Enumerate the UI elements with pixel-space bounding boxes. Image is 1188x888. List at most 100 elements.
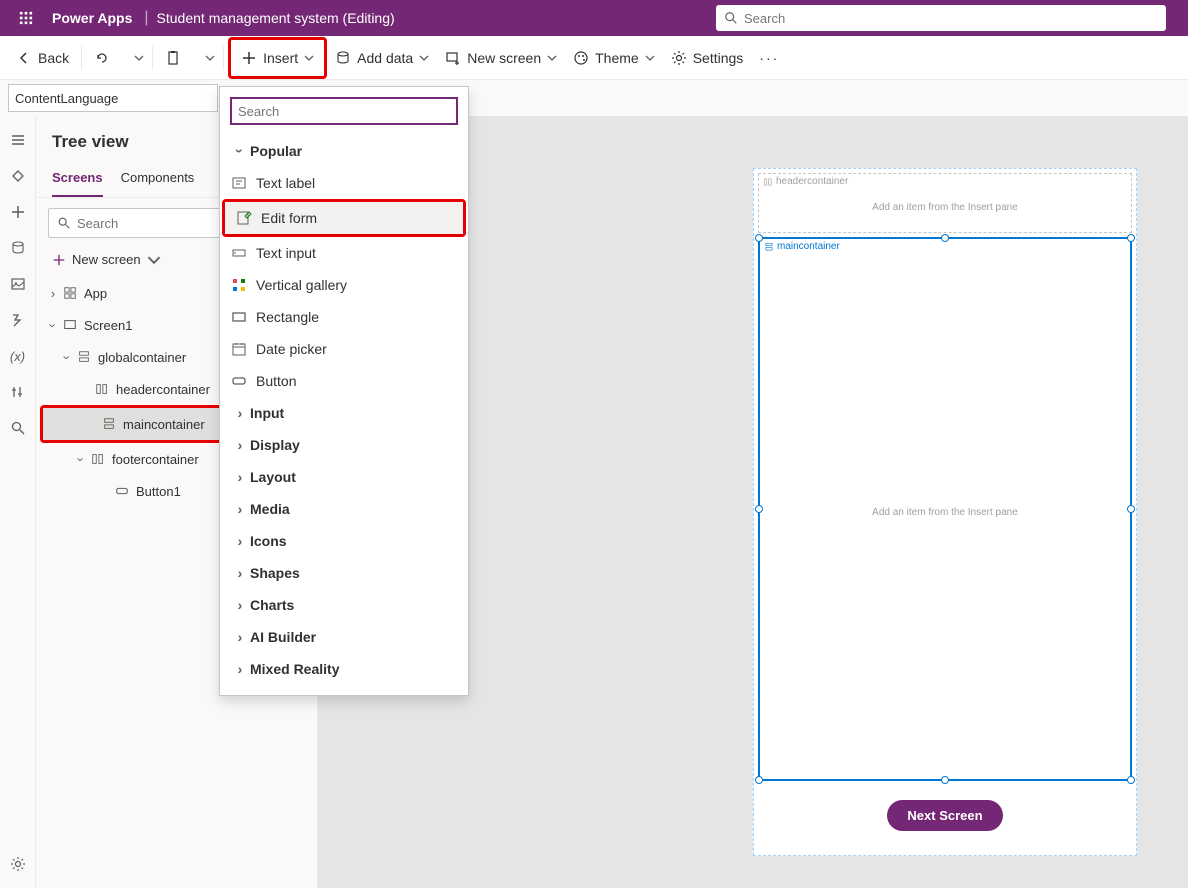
item-label: Vertical gallery [256, 277, 347, 293]
insert-cat-display[interactable]: ›Display [220, 429, 468, 461]
tab-screens[interactable]: Screens [52, 162, 103, 197]
vcontainer-icon [76, 349, 92, 365]
plus-icon [52, 253, 66, 267]
resize-handle[interactable] [941, 776, 949, 784]
overflow-button[interactable]: ··· [751, 42, 787, 74]
rail-add[interactable] [0, 194, 36, 230]
add-data-button[interactable]: Add data [327, 42, 437, 74]
back-label: Back [38, 50, 69, 66]
chevron-down-icon [134, 53, 144, 63]
app-title: Student management system (Editing) [153, 10, 399, 26]
item-label: Rectangle [256, 309, 319, 325]
resize-handle[interactable] [1127, 776, 1135, 784]
insert-cat-popular[interactable]: ›Popular [220, 135, 468, 167]
rail-variables[interactable]: (x) [0, 338, 36, 374]
form-icon [235, 209, 253, 227]
item-label: Date picker [256, 341, 327, 357]
insert-search-input[interactable] [238, 104, 450, 119]
cat-label: Shapes [250, 565, 300, 581]
separator [152, 46, 153, 70]
resize-handle[interactable] [755, 505, 763, 513]
insert-cat-charts[interactable]: ›Charts [220, 589, 468, 621]
chevron-down-icon [205, 53, 215, 63]
main-label: maincontainer [777, 241, 840, 252]
global-search-input[interactable] [744, 11, 1158, 26]
insert-search[interactable] [230, 97, 458, 125]
next-screen-button[interactable]: Next Screen [887, 800, 1002, 831]
rail-advanced[interactable] [0, 374, 36, 410]
property-selector[interactable] [8, 84, 218, 112]
insert-cat-input[interactable]: ›Input [220, 397, 468, 429]
global-search[interactable] [716, 5, 1166, 31]
chevron-right-icon: › [230, 469, 250, 485]
cat-label: Popular [250, 143, 302, 159]
rail-insert[interactable] [0, 158, 36, 194]
canvas-footercontainer[interactable]: Next Screen [758, 785, 1132, 845]
canvas-maincontainer[interactable]: maincontainer Add an item from the Inser… [758, 237, 1132, 781]
undo-button[interactable] [86, 42, 124, 74]
canvas-headercontainer[interactable]: headercontainer Add an item from the Ins… [758, 173, 1132, 233]
node-label: globalcontainer [98, 350, 186, 365]
rail-media[interactable] [0, 266, 36, 302]
back-arrow-icon [16, 50, 32, 66]
new-screen-button[interactable]: New screen [437, 42, 565, 74]
undo-dropdown[interactable] [124, 42, 148, 74]
rail-tree-view[interactable] [0, 122, 36, 158]
insert-cat-mixed-reality[interactable]: ›Mixed Reality [220, 653, 468, 685]
theme-label: Theme [595, 50, 639, 66]
clipboard-icon [165, 50, 181, 66]
main-placeholder-msg: Add an item from the Insert pane [760, 507, 1130, 518]
more-icon: ··· [759, 50, 779, 66]
paste-button[interactable] [157, 42, 195, 74]
tab-components[interactable]: Components [121, 162, 195, 197]
calendar-icon [230, 340, 248, 358]
resize-handle[interactable] [755, 234, 763, 242]
cat-label: Charts [250, 597, 294, 613]
rail-settings[interactable] [0, 846, 36, 882]
undo-icon [94, 50, 110, 66]
search-icon [724, 11, 738, 25]
hcontainer-icon [94, 381, 110, 397]
gallery-icon [230, 276, 248, 294]
insert-item-button[interactable]: Button [220, 365, 468, 397]
top-bar: Power Apps | Student management system (… [0, 0, 1188, 36]
resize-handle[interactable] [755, 776, 763, 784]
device-preview[interactable]: headercontainer Add an item from the Ins… [753, 168, 1137, 856]
header-placeholder-msg: Add an item from the Insert pane [759, 202, 1131, 213]
app-icon [62, 285, 78, 301]
insert-cat-icons[interactable]: ›Icons [220, 525, 468, 557]
paste-dropdown[interactable] [195, 42, 219, 74]
insert-cat-shapes[interactable]: ›Shapes [220, 557, 468, 589]
insert-item-date-picker[interactable]: Date picker [220, 333, 468, 365]
chevron-right-icon: › [230, 437, 250, 453]
app-launcher-icon[interactable] [8, 0, 44, 36]
insert-button[interactable]: Insert [233, 42, 322, 74]
chevron-right-icon: › [44, 286, 62, 301]
resize-handle[interactable] [941, 234, 949, 242]
insert-item-edit-form[interactable]: Edit form [225, 202, 463, 234]
app-brand: Power Apps [44, 10, 140, 26]
insert-cat-layout[interactable]: ›Layout [220, 461, 468, 493]
settings-label: Settings [693, 50, 744, 66]
theme-button[interactable]: Theme [565, 42, 663, 74]
new-screen-label: New screen [72, 252, 141, 267]
resize-handle[interactable] [1127, 234, 1135, 242]
insert-item-text-label[interactable]: Text label [220, 167, 468, 199]
rail-search[interactable] [0, 410, 36, 446]
back-button[interactable]: Back [8, 42, 77, 74]
rail-data[interactable] [0, 230, 36, 266]
cat-label: Mixed Reality [250, 661, 339, 677]
resize-handle[interactable] [1127, 505, 1135, 513]
insert-cat-ai-builder[interactable]: ›AI Builder [220, 621, 468, 653]
settings-button[interactable]: Settings [663, 42, 752, 74]
cat-label: Icons [250, 533, 287, 549]
button-icon [114, 483, 130, 499]
insert-item-rectangle[interactable]: Rectangle [220, 301, 468, 333]
rail-flows[interactable] [0, 302, 36, 338]
insert-item-vertical-gallery[interactable]: Vertical gallery [220, 269, 468, 301]
insert-cat-media[interactable]: ›Media [220, 493, 468, 525]
insert-item-text-input[interactable]: Text input [220, 237, 468, 269]
text-icon [230, 174, 248, 192]
insert-label: Insert [263, 50, 298, 66]
chevron-right-icon: › [230, 533, 250, 549]
